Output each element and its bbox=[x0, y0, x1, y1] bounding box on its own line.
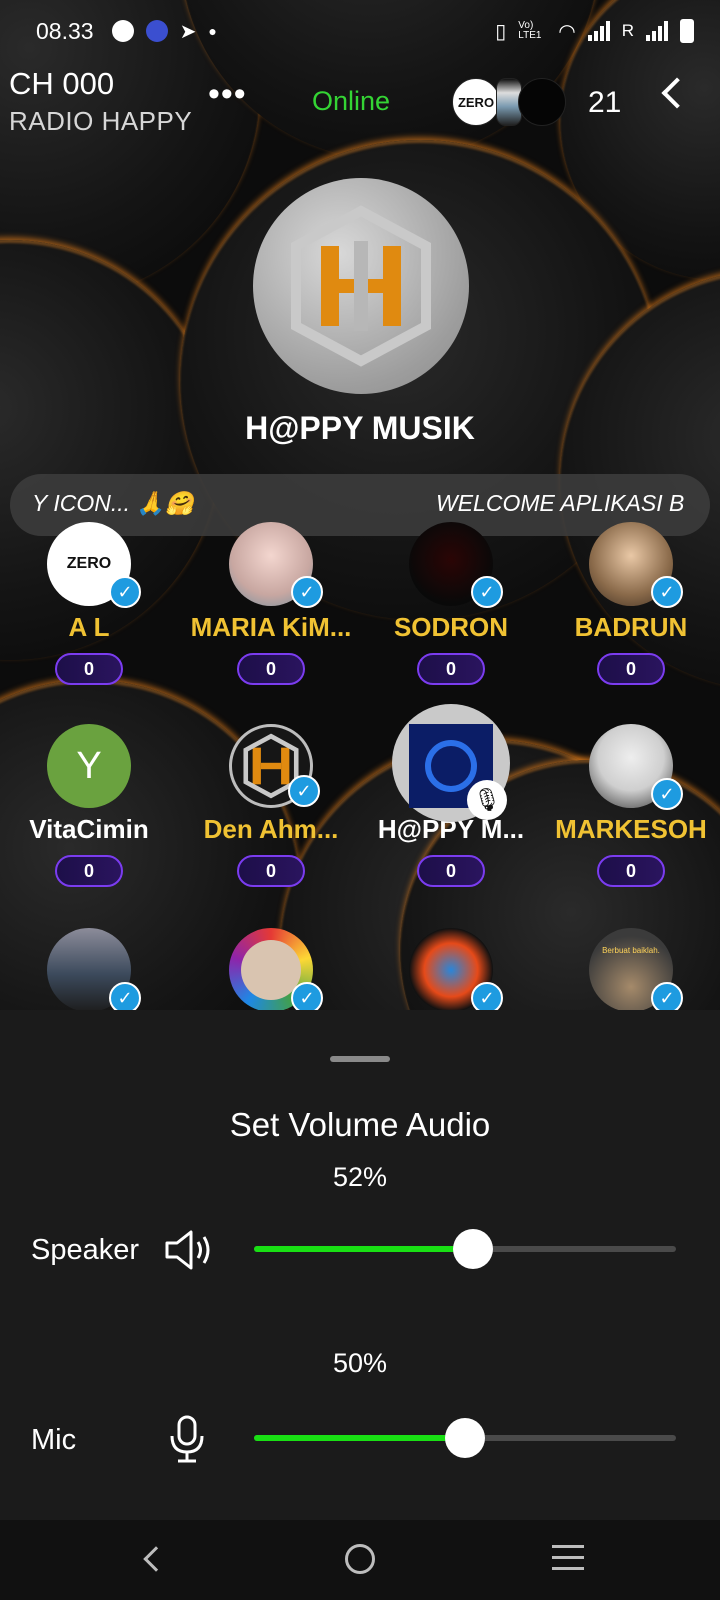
online-status: Online bbox=[312, 86, 391, 116]
seat-name: MARKESOH bbox=[555, 814, 707, 844]
mic-slider-thumb[interactable] bbox=[445, 1418, 485, 1458]
seat-4[interactable]: ✓ BADRUN 0 bbox=[541, 522, 720, 685]
sheet-drag-handle[interactable] bbox=[330, 1056, 390, 1062]
vibrate-icon: ▯ bbox=[495, 20, 507, 43]
speaker-slider-fill bbox=[254, 1246, 474, 1252]
seat-avatar: Berbuat baiklah. ✓ bbox=[589, 928, 683, 1014]
mic-label: Mic bbox=[31, 1424, 77, 1456]
channel-number: CH 000 bbox=[9, 66, 115, 101]
sheet-title: Set Volume Audio bbox=[229, 1106, 491, 1143]
system-navigation-bar bbox=[0, 1520, 720, 1600]
whatsapp-icon bbox=[111, 20, 134, 42]
signal-icon-2 bbox=[646, 21, 668, 41]
listener-count[interactable]: 21 bbox=[588, 86, 621, 120]
lte-icon: Vo) LTE1 bbox=[518, 20, 542, 41]
seat-score: 0 bbox=[237, 653, 305, 685]
seat-score: 0 bbox=[55, 855, 123, 887]
microphone-icon bbox=[170, 1415, 204, 1463]
marquee-text-left: Y ICON... 🙏🤗 bbox=[32, 490, 194, 516]
seat-avatar: ✓ bbox=[409, 522, 503, 608]
mic-volume-slider[interactable] bbox=[254, 1418, 676, 1458]
speaker-label: Speaker bbox=[31, 1234, 140, 1266]
seat-11[interactable]: ✓ bbox=[361, 928, 541, 1014]
seat-12[interactable]: Berbuat baiklah. ✓ bbox=[541, 928, 720, 1014]
seat-avatar: 🎙 bbox=[409, 724, 507, 820]
seat-score: 0 bbox=[237, 855, 305, 887]
seat-avatar: ✓ bbox=[229, 928, 323, 1014]
nav-home-icon[interactable] bbox=[345, 1544, 375, 1574]
app-notification-icon bbox=[145, 20, 168, 42]
more-options-icon[interactable]: ••• bbox=[208, 77, 247, 111]
seat-8[interactable]: ✓ MARKESOH 0 bbox=[541, 724, 720, 887]
verified-icon: ✓ bbox=[471, 576, 503, 608]
seat-avatar: Y bbox=[47, 724, 131, 808]
signal-icon bbox=[587, 21, 610, 41]
verified-icon: ✓ bbox=[288, 775, 320, 807]
seat-name: Den Ahm... bbox=[203, 814, 339, 844]
speaker-icon bbox=[165, 1230, 210, 1270]
seat-avatar: ✓ bbox=[47, 928, 141, 1014]
seat-avatar: ✓ bbox=[409, 928, 503, 1014]
seat-score: 0 bbox=[417, 653, 485, 685]
listener-avatar[interactable] bbox=[518, 78, 566, 126]
listener-avatars[interactable]: ZERO bbox=[452, 78, 566, 126]
status-bar: 08.33 ➤ ● ▯ Vo) LTE1 ◠ R bbox=[0, 0, 720, 62]
seat-avatar: ✓ bbox=[589, 522, 683, 608]
dot-icon: ● bbox=[208, 23, 217, 39]
seat-name: A L bbox=[68, 612, 110, 642]
seat-avatar: ✓ bbox=[229, 522, 323, 608]
verified-icon: ✓ bbox=[651, 576, 683, 608]
seat-name: MARIA KiM... bbox=[190, 612, 352, 642]
seat-avatar: ZERO ✓ bbox=[47, 522, 141, 608]
telegram-icon: ➤ bbox=[179, 20, 197, 43]
speaker-volume-percent: 52% bbox=[332, 1162, 388, 1192]
mic-slider-fill bbox=[254, 1435, 465, 1441]
seat-1[interactable]: ZERO ✓ A L 0 bbox=[0, 522, 179, 685]
seat-avatar: ✓ bbox=[229, 724, 320, 808]
seat-name: BADRUN bbox=[574, 612, 688, 642]
nav-recents-icon[interactable] bbox=[552, 1545, 584, 1578]
verified-icon: ✓ bbox=[109, 576, 141, 608]
battery-icon bbox=[680, 19, 694, 43]
seat-6[interactable]: ✓ Den Ahm... 0 bbox=[181, 724, 361, 887]
mic-volume-percent: 50% bbox=[332, 1348, 388, 1378]
seat-10[interactable]: ✓ bbox=[181, 928, 361, 1014]
seat-name: VitaCimin bbox=[29, 814, 149, 844]
nav-back-icon[interactable] bbox=[143, 1546, 169, 1572]
room-logo[interactable] bbox=[253, 178, 469, 394]
marquee-text-right: WELCOME APLIKASI B bbox=[436, 490, 685, 516]
verified-icon: ✓ bbox=[291, 576, 323, 608]
seat-score: 0 bbox=[597, 855, 665, 887]
seat-9[interactable]: ✓ bbox=[0, 928, 179, 1014]
status-time: 08.33 bbox=[36, 17, 94, 44]
roaming-label: R bbox=[621, 21, 634, 40]
seat-score: 0 bbox=[417, 855, 485, 887]
seat-3[interactable]: ✓ SODRON 0 bbox=[361, 522, 541, 685]
verified-icon: ✓ bbox=[651, 778, 683, 810]
mic-active-icon: 🎙 bbox=[467, 780, 507, 820]
wifi-icon: ◠ bbox=[558, 20, 576, 43]
room-name: RADIO HAPPY bbox=[9, 106, 193, 136]
seat-avatar: ✓ bbox=[589, 724, 683, 810]
seat-5[interactable]: Y VitaCimin 0 bbox=[0, 724, 179, 887]
hh-logo-icon bbox=[291, 205, 431, 367]
speaker-volume-slider[interactable] bbox=[254, 1229, 676, 1269]
seat-2[interactable]: ✓ MARIA KiM... 0 bbox=[181, 522, 361, 685]
seat-7[interactable]: 🎙 H@PPY M... 0 bbox=[361, 704, 541, 887]
room-title: H@PPY MUSIK bbox=[245, 410, 475, 446]
seat-score: 0 bbox=[597, 653, 665, 685]
seat-score: 0 bbox=[55, 653, 123, 685]
listener-avatar[interactable]: ZERO bbox=[452, 78, 500, 126]
seat-name: SODRON bbox=[393, 612, 509, 642]
